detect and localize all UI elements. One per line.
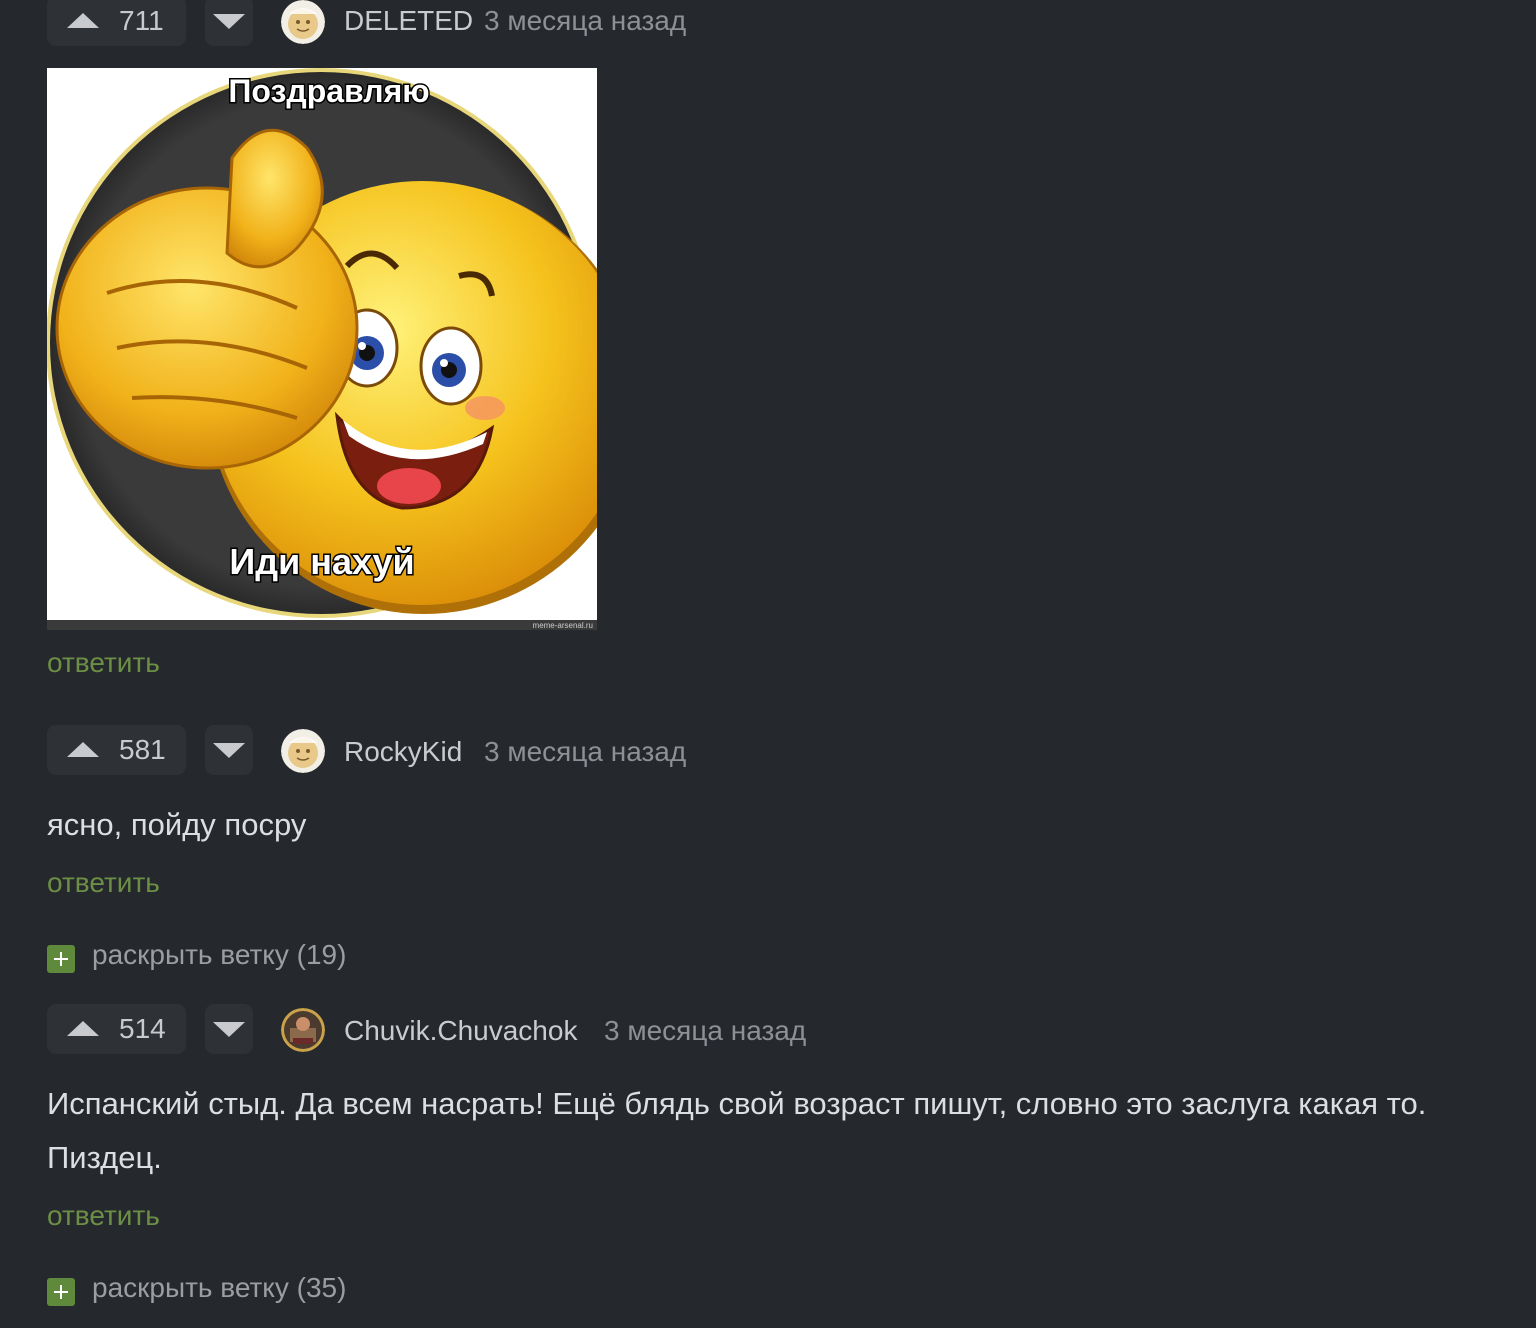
expand-thread-label: раскрыть ветку (19) — [92, 939, 347, 970]
vote-count: 711 — [119, 5, 164, 36]
upvote-button[interactable]: 581 — [47, 725, 186, 775]
upvote-button[interactable]: 514 — [47, 1004, 186, 1054]
arrow-down-icon — [213, 1022, 245, 1037]
arrow-up-icon — [67, 1021, 99, 1036]
expand-thread-label: раскрыть ветку (35) — [92, 1272, 347, 1303]
arrow-down-icon — [213, 743, 245, 758]
upvote-button[interactable]: 711 — [47, 0, 186, 46]
username-link[interactable]: RockyKid — [344, 736, 462, 768]
avatar[interactable] — [281, 0, 325, 44]
username-link[interactable]: Chuvik.Chuvachok — [344, 1015, 577, 1047]
arrow-up-icon — [67, 13, 99, 28]
vote-count: 581 — [119, 734, 166, 765]
reply-link[interactable]: ответить — [47, 1200, 160, 1232]
meme-watermark: meme-arsenal.ru — [533, 621, 593, 630]
downvote-button[interactable] — [205, 0, 253, 46]
reply-link[interactable]: ответить — [47, 867, 160, 899]
plus-icon — [47, 945, 75, 973]
reply-link[interactable]: ответить — [47, 647, 160, 679]
comment-time: 3 месяца назад — [484, 736, 687, 767]
comments-page: 711 DELETED 3 месяца назад Поздравляю Ид… — [0, 0, 1536, 1328]
meme-top-text: Поздравляю — [228, 73, 429, 109]
meme-image[interactable]: Поздравляю Иди нахуй meme-arsenal.ru — [46, 68, 640, 630]
avatar[interactable] — [281, 729, 325, 773]
arrow-down-icon — [213, 14, 245, 29]
downvote-button[interactable] — [205, 1004, 253, 1054]
downvote-button[interactable] — [205, 725, 253, 775]
comment-time: 3 месяца назад — [484, 5, 687, 36]
username-link[interactable]: DELETED — [344, 5, 473, 37]
meme-bottom-text: Иди нахуй — [229, 541, 414, 582]
plus-icon — [47, 1278, 75, 1306]
vote-count: 514 — [119, 1013, 166, 1044]
comment-text: Испанский стыд. Да всем насрать! Ещё бля… — [47, 1086, 1427, 1175]
arrow-up-icon — [67, 742, 99, 757]
avatar[interactable] — [281, 1008, 325, 1052]
comment-time: 3 месяца назад — [604, 1015, 807, 1046]
comment-text: ясно, пойду посру — [47, 807, 307, 842]
